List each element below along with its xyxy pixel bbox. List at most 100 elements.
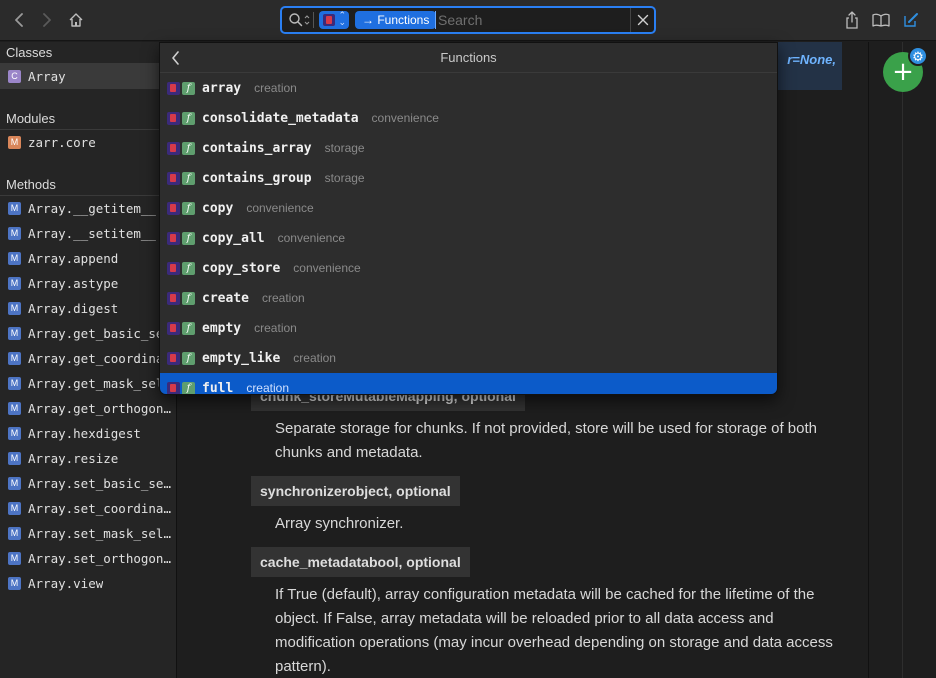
result-row[interactable]: f copy_all convenience bbox=[160, 223, 777, 253]
function-icon: f bbox=[182, 231, 195, 245]
result-name: full bbox=[202, 380, 234, 395]
home-button[interactable] bbox=[66, 10, 86, 30]
param-synchronizer: synchronizerobject, optional bbox=[251, 476, 460, 506]
sidebar-item-method[interactable]: M Array.set_basic_selection bbox=[0, 471, 176, 496]
sidebar-item-label: Array.set_mask_selection bbox=[28, 526, 176, 541]
sidebar-item-zarr-core[interactable]: M zarr.core bbox=[0, 130, 176, 155]
sidebar-item-method[interactable]: M Array.view bbox=[0, 571, 176, 596]
search-bar[interactable]: ⌃ ⌄ → Functions bbox=[280, 6, 656, 34]
back-button[interactable] bbox=[10, 10, 30, 30]
sidebar-item-method[interactable]: M Array.hexdigest bbox=[0, 421, 176, 446]
modules-section: Modules M zarr.core bbox=[0, 108, 176, 155]
zarr-docset-icon bbox=[167, 141, 180, 155]
result-row-selected[interactable]: f full creation bbox=[160, 373, 777, 395]
bookmarks-button[interactable] bbox=[871, 10, 891, 30]
sidebar-item-method[interactable]: M Array.resize bbox=[0, 446, 176, 471]
result-row[interactable]: f consolidate_metadata convenience bbox=[160, 103, 777, 133]
function-icon: f bbox=[182, 261, 195, 275]
clear-search-button[interactable] bbox=[630, 8, 654, 32]
result-row[interactable]: f create creation bbox=[160, 283, 777, 313]
sidebar-item-label: zarr.core bbox=[28, 135, 96, 150]
signature-tail: r=None, bbox=[787, 52, 836, 67]
sidebar-item-label: Array.get_mask_selection bbox=[28, 376, 176, 391]
result-name: copy_all bbox=[202, 230, 265, 246]
sidebar-item-method[interactable]: M Array.get_orthogonal_selection bbox=[0, 396, 176, 421]
param-description: Separate storage for chunks. If not prov… bbox=[275, 420, 817, 461]
sidebar-item-label: Array.append bbox=[28, 251, 119, 266]
result-row[interactable]: f array creation bbox=[160, 73, 777, 103]
share-button[interactable] bbox=[842, 10, 862, 30]
result-row[interactable]: f contains_array storage bbox=[160, 133, 777, 163]
method-icon: M bbox=[8, 302, 21, 315]
sidebar-item-method[interactable]: M Array.__getitem__ bbox=[0, 196, 176, 221]
result-name: copy bbox=[202, 200, 234, 216]
sidebar-item-label: Array bbox=[28, 69, 66, 84]
zarr-docset-icon bbox=[167, 111, 180, 125]
method-icon: M bbox=[8, 502, 21, 515]
zarr-docset-icon bbox=[167, 291, 180, 305]
result-category: convenience bbox=[246, 201, 314, 215]
method-icon: M bbox=[8, 552, 21, 565]
sidebar-item-method[interactable]: M Array.get_mask_selection bbox=[0, 371, 176, 396]
result-row[interactable]: f empty_like creation bbox=[160, 343, 777, 373]
sidebar-item-label: Array.digest bbox=[28, 301, 119, 316]
sidebar-item-method[interactable]: M Array.set_mask_selection bbox=[0, 521, 176, 546]
zarr-docset-icon bbox=[167, 201, 180, 215]
sidebar-item-method[interactable]: M Array.set_orthogonal_selection bbox=[0, 546, 176, 571]
result-row[interactable]: f copy convenience bbox=[160, 193, 777, 223]
result-name: contains_group bbox=[202, 170, 312, 186]
sidebar-item-label: Array.get_orthogonal_selection bbox=[28, 401, 176, 416]
result-name: copy_store bbox=[202, 260, 281, 276]
toolbar: ⌃ ⌄ → Functions bbox=[0, 0, 936, 41]
classes-header: Classes bbox=[0, 42, 176, 64]
result-category: storage bbox=[324, 141, 365, 155]
function-icon: f bbox=[182, 321, 195, 335]
sidebar-item-method[interactable]: M Array.get_basic_selection bbox=[0, 321, 176, 346]
function-icon: f bbox=[182, 81, 195, 95]
result-name: empty_like bbox=[202, 350, 281, 366]
forward-button[interactable] bbox=[36, 10, 56, 30]
docset-selector[interactable]: ⌃ ⌄ bbox=[319, 11, 349, 29]
classes-section: Classes C Array bbox=[0, 42, 176, 89]
zarr-docset-icon bbox=[167, 171, 180, 185]
method-icon: M bbox=[8, 352, 21, 365]
divider bbox=[902, 42, 903, 678]
zarr-docset-icon bbox=[167, 381, 180, 394]
search-scope-button[interactable] bbox=[288, 12, 314, 28]
annotate-button[interactable] bbox=[901, 10, 921, 30]
method-icon: M bbox=[8, 227, 21, 240]
sidebar-item-method[interactable]: M Array.astype bbox=[0, 271, 176, 296]
param-description: If True (default), array configuration m… bbox=[275, 586, 833, 675]
sidebar-item-method[interactable]: M Array.set_coordinate_selection bbox=[0, 496, 176, 521]
zarr-docset-icon bbox=[167, 81, 180, 95]
method-icon: M bbox=[8, 477, 21, 490]
sidebar-item-method[interactable]: M Array.append bbox=[0, 246, 176, 271]
right-panel: + ⚙ bbox=[868, 42, 936, 678]
function-icon: f bbox=[182, 141, 195, 155]
sidebar-item-method[interactable]: M Array.get_coordinate_selection bbox=[0, 346, 176, 371]
sidebar-item-label: Array.view bbox=[28, 576, 104, 591]
result-category: creation bbox=[254, 81, 297, 95]
result-row[interactable]: f empty creation bbox=[160, 313, 777, 343]
sidebar-item-array[interactable]: C Array bbox=[0, 64, 176, 89]
search-results-dropdown: Functions f array creation f consolidate_me… bbox=[159, 42, 778, 395]
home-icon bbox=[69, 13, 83, 27]
functions-filter-token[interactable]: → Functions bbox=[355, 11, 437, 29]
sidebar-item-label: Array.hexdigest bbox=[28, 426, 141, 441]
sidebar-item-method[interactable]: M Array.digest bbox=[0, 296, 176, 321]
methods-section: Methods M Array.__getitem__ M Array.__seti… bbox=[0, 174, 176, 596]
method-icon: M bbox=[8, 252, 21, 265]
gear-icon[interactable]: ⚙ bbox=[908, 46, 928, 66]
result-row[interactable]: f copy_store convenience bbox=[160, 253, 777, 283]
share-icon bbox=[846, 11, 858, 29]
sidebar-item-method[interactable]: M Array.__setitem__ bbox=[0, 221, 176, 246]
zarr-docset-icon bbox=[167, 321, 180, 335]
search-icon bbox=[289, 13, 310, 27]
search-input[interactable] bbox=[435, 11, 629, 29]
result-name: contains_array bbox=[202, 140, 312, 156]
zarr-docset-icon bbox=[167, 351, 180, 365]
sidebar-item-label: Array.set_orthogonal_selection bbox=[28, 551, 176, 566]
result-row[interactable]: f contains_group storage bbox=[160, 163, 777, 193]
function-icon: f bbox=[182, 291, 195, 305]
method-icon: M bbox=[8, 452, 21, 465]
